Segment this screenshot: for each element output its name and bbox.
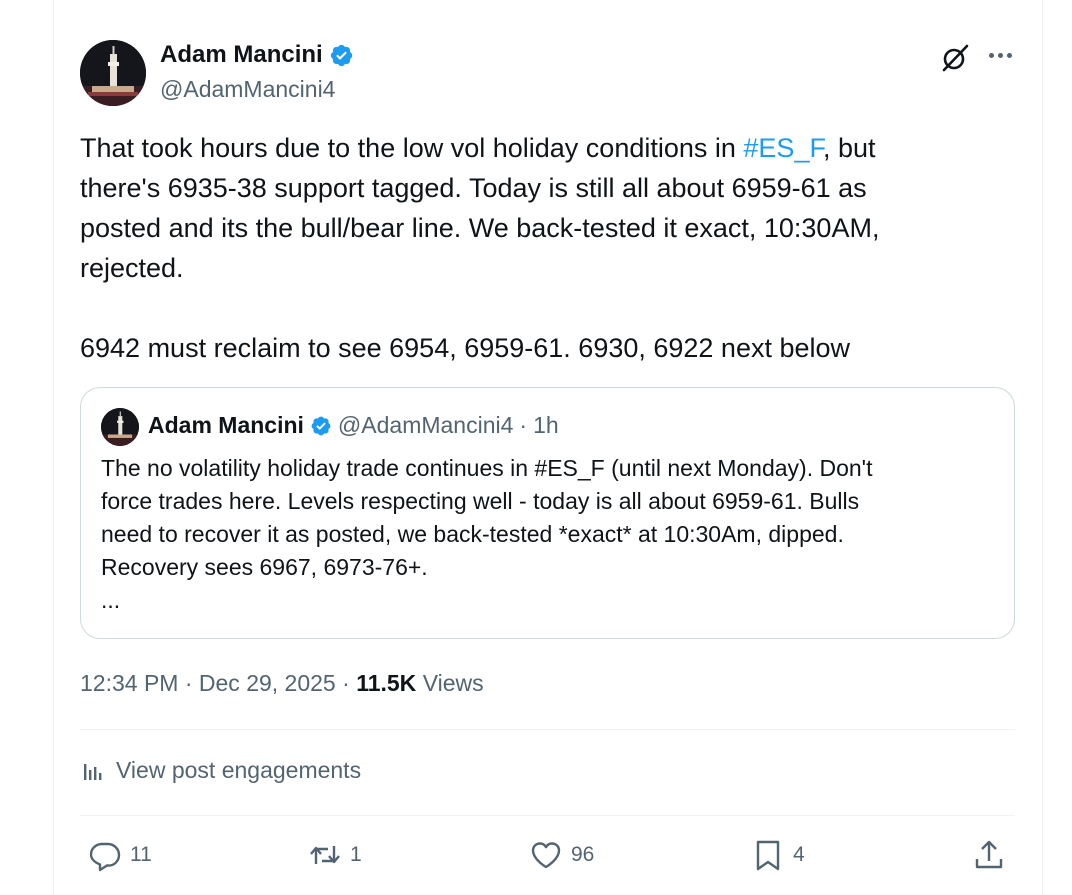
tweet-time[interactable]: 12:34 PM: [80, 670, 178, 696]
bookmark-button[interactable]: 4: [751, 838, 805, 872]
author-name[interactable]: Adam Mancini: [160, 41, 323, 69]
repost-icon: [310, 846, 340, 864]
like-count: 96: [571, 843, 595, 866]
author-name-row: Adam Mancini: [160, 41, 354, 69]
tweet-meta: 12:34 PM · Dec 29, 2025 · 11.5K Views: [80, 670, 484, 696]
quote-avatar: [101, 408, 139, 446]
bookmark-count: 4: [793, 843, 805, 866]
divider: [80, 815, 1015, 816]
tweet-text: That took hours due to the low vol holid…: [80, 133, 880, 363]
quote-author-handle: @AdamMancini4: [337, 412, 514, 438]
share-button[interactable]: [972, 838, 1006, 872]
hashtag-link[interactable]: #ES_F: [743, 133, 823, 163]
divider: [80, 729, 1015, 730]
analytics-icon: [84, 763, 102, 780]
share-icon: [975, 840, 1003, 869]
like-button[interactable]: 96: [529, 838, 594, 872]
repost-count: 1: [350, 843, 362, 866]
verified-badge-icon: [330, 44, 352, 66]
quote-text: The no volatility holiday trade continue…: [101, 455, 873, 613]
more-options-icon[interactable]: [985, 40, 1015, 70]
quote-timestamp[interactable]: 1h: [533, 412, 559, 439]
quote-header: Adam Mancini @AdamMancini4 · 1h: [148, 412, 559, 439]
views-label: Views: [422, 670, 484, 696]
heart-icon: [531, 842, 561, 869]
tweet-date[interactable]: Dec 29, 2025: [199, 670, 336, 696]
quote-separator: ·: [519, 412, 528, 438]
grok-icon[interactable]: [938, 41, 972, 75]
repost-button[interactable]: 1: [308, 838, 362, 872]
bookmark-icon: [756, 840, 780, 871]
author-handle[interactable]: @AdamMancini4: [160, 76, 335, 103]
quoted-tweet[interactable]: Adam Mancini @AdamMancini4 · 1h The no v…: [80, 387, 1015, 639]
avatar[interactable]: [80, 40, 146, 106]
reply-button[interactable]: 11: [88, 838, 152, 872]
reply-count: 11: [130, 843, 152, 866]
view-post-engagements-link[interactable]: View post engagements: [80, 757, 361, 784]
views-count: 11.5K: [356, 670, 417, 696]
engagements-label: View post engagements: [116, 757, 362, 783]
quote-verified-badge-icon: [311, 416, 331, 435]
quote-author-name: Adam Mancini: [148, 412, 304, 438]
reply-icon: [89, 842, 121, 872]
